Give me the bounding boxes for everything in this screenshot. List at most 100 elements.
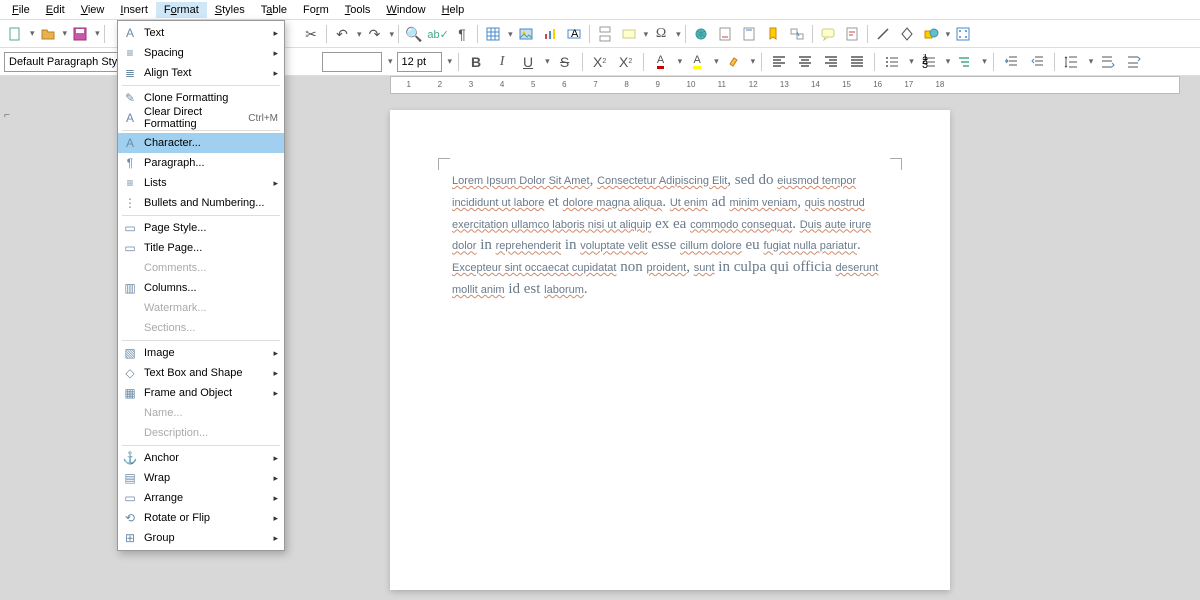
open-dropdown-icon[interactable]: ▾ — [63, 28, 68, 39]
format-menu-text-box-and-shape[interactable]: ◇Text Box and Shape▸ — [118, 363, 284, 383]
menu-window[interactable]: Window — [378, 2, 433, 18]
line-spacing-button[interactable] — [1061, 51, 1083, 73]
decrease-indent-button[interactable] — [1026, 51, 1048, 73]
ruler-tick: 9 — [655, 80, 659, 89]
menu-item-label: Bullets and Numbering... — [144, 197, 278, 209]
undo-icon[interactable]: ↶ — [331, 23, 353, 45]
menu-edit[interactable]: Edit — [38, 2, 73, 18]
document-body-text[interactable]: Lorem Ipsum Dolor Sit Amet, Consectetur … — [390, 110, 950, 321]
new-doc-icon[interactable] — [4, 23, 26, 45]
format-menu-page-style[interactable]: ▭Page Style... — [118, 218, 284, 238]
font-size-dropdown-icon[interactable]: ▾ — [448, 56, 453, 67]
decrease-para-button[interactable] — [1123, 51, 1145, 73]
format-menu-clone-formatting[interactable]: ✎Clone Formatting — [118, 88, 284, 108]
format-menu-clear-direct-formatting[interactable]: AClear Direct FormattingCtrl+M — [118, 108, 284, 128]
bookmark-icon[interactable] — [762, 23, 784, 45]
font-color-button[interactable]: A — [650, 51, 672, 73]
format-menu-align-text[interactable]: ≣Align Text▸ — [118, 63, 284, 83]
menu-styles[interactable]: Styles — [207, 2, 253, 18]
ruler-tick: 8 — [624, 80, 628, 89]
hyperlink-icon[interactable] — [690, 23, 712, 45]
open-icon[interactable] — [37, 23, 59, 45]
font-size-select[interactable]: 12 pt — [397, 52, 442, 72]
font-name-dropdown-icon[interactable]: ▾ — [388, 56, 393, 67]
highlight-button[interactable]: A — [686, 51, 708, 73]
basic-shapes-icon[interactable] — [920, 23, 942, 45]
new-doc-dropdown-icon[interactable]: ▾ — [30, 28, 35, 39]
save-icon[interactable] — [69, 23, 91, 45]
format-menu-lists[interactable]: ≡Lists▸ — [118, 173, 284, 193]
underline-button[interactable]: U — [517, 51, 539, 73]
save-dropdown-icon[interactable]: ▾ — [95, 28, 100, 39]
comment-icon[interactable] — [817, 23, 839, 45]
font-name-select[interactable] — [322, 52, 382, 72]
number-list-button[interactable]: 123 — [918, 51, 940, 73]
ruler-tick: 14 — [811, 80, 820, 89]
menu-item-label: Align Text — [144, 67, 267, 79]
pilcrow-icon[interactable]: ¶ — [451, 23, 473, 45]
align-left-button[interactable] — [768, 51, 790, 73]
track-changes-icon[interactable] — [841, 23, 863, 45]
menu-file[interactable]: File — [4, 2, 38, 18]
image-icon[interactable] — [515, 23, 537, 45]
diamond-icon[interactable] — [896, 23, 918, 45]
outline-button[interactable] — [954, 51, 976, 73]
format-menu-rotate-or-flip[interactable]: ⟲Rotate or Flip▸ — [118, 508, 284, 528]
subscript-button[interactable]: X2 — [615, 51, 637, 73]
menu-tools[interactable]: Tools — [337, 2, 379, 18]
menu-insert[interactable]: Insert — [112, 2, 156, 18]
spellcheck-icon[interactable]: ab✓ — [427, 23, 449, 45]
field-icon[interactable] — [618, 23, 640, 45]
format-menu-arrange[interactable]: ▭Arrange▸ — [118, 488, 284, 508]
menu-help[interactable]: Help — [434, 2, 473, 18]
chart-icon[interactable] — [539, 23, 561, 45]
menu-table[interactable]: Table — [253, 2, 295, 18]
draw-icon[interactable] — [952, 23, 974, 45]
menu-item-icon: ¶ — [122, 155, 138, 171]
find-icon[interactable]: 🔍 — [403, 23, 425, 45]
increase-para-button[interactable] — [1097, 51, 1119, 73]
page-break-icon[interactable] — [594, 23, 616, 45]
redo-icon[interactable]: ↷ — [364, 23, 386, 45]
cut-icon[interactable]: ✂ — [300, 23, 322, 45]
ruler-tick: 7 — [593, 80, 597, 89]
horizontal-ruler[interactable]: 123456789101112131415161718 — [390, 76, 1180, 94]
format-menu-spacing[interactable]: ≡Spacing▸ — [118, 43, 284, 63]
menu-item-icon: ▭ — [122, 240, 138, 256]
textbox-icon[interactable]: A — [563, 23, 585, 45]
italic-button[interactable]: I — [491, 51, 513, 73]
menu-item-icon — [122, 425, 138, 441]
increase-indent-button[interactable] — [1000, 51, 1022, 73]
table-icon[interactable] — [482, 23, 504, 45]
format-menu-text[interactable]: AText▸ — [118, 23, 284, 43]
bullet-list-button[interactable] — [881, 51, 903, 73]
format-menu-frame-and-object[interactable]: ▦Frame and Object▸ — [118, 383, 284, 403]
superscript-button[interactable]: X2 — [589, 51, 611, 73]
format-menu-character[interactable]: ACharacter... — [118, 133, 284, 153]
align-justify-button[interactable] — [846, 51, 868, 73]
format-menu-title-page[interactable]: ▭Title Page... — [118, 238, 284, 258]
endnote-icon[interactable] — [738, 23, 760, 45]
menu-item-label: Rotate or Flip — [144, 512, 267, 524]
menu-form[interactable]: Form — [295, 2, 337, 18]
format-menu-image[interactable]: ▧Image▸ — [118, 343, 284, 363]
paragraph-style-select[interactable]: Default Paragraph Style — [4, 52, 134, 72]
align-center-button[interactable] — [794, 51, 816, 73]
strikethrough-button[interactable]: S — [554, 51, 576, 73]
format-menu-bullets-and-numbering[interactable]: ⋮Bullets and Numbering... — [118, 193, 284, 213]
bold-button[interactable]: B — [465, 51, 487, 73]
menu-format[interactable]: Format — [156, 2, 207, 18]
menu-view[interactable]: View — [73, 2, 113, 18]
format-menu-anchor[interactable]: ⚓Anchor▸ — [118, 448, 284, 468]
format-menu-paragraph[interactable]: ¶Paragraph... — [118, 153, 284, 173]
document-page[interactable]: Lorem Ipsum Dolor Sit Amet, Consectetur … — [390, 110, 950, 590]
line-icon[interactable] — [872, 23, 894, 45]
align-right-button[interactable] — [820, 51, 842, 73]
symbol-icon[interactable]: Ω — [650, 23, 672, 45]
format-menu-columns[interactable]: ▥Columns... — [118, 278, 284, 298]
format-menu-group[interactable]: ⊞Group▸ — [118, 528, 284, 548]
cross-ref-icon[interactable] — [786, 23, 808, 45]
footnote-icon[interactable] — [714, 23, 736, 45]
char-highlight-button[interactable] — [723, 51, 745, 73]
format-menu-wrap[interactable]: ▤Wrap▸ — [118, 468, 284, 488]
